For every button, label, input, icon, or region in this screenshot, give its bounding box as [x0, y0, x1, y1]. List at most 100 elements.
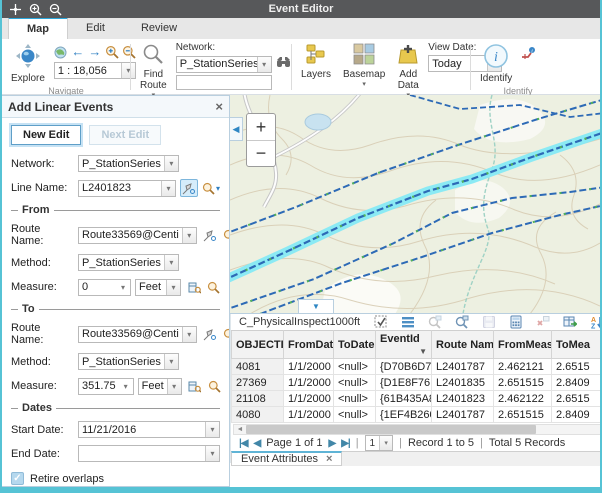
- map-view[interactable]: ◀ + − ▼ POWERED BY esri: [230, 95, 602, 314]
- identify-button[interactable]: i Identify: [477, 42, 515, 85]
- cell[interactable]: 21108: [232, 391, 284, 407]
- pan-to-selected-icon[interactable]: [454, 314, 470, 330]
- cell[interactable]: <null>: [334, 407, 376, 423]
- from-route-zoom-menu-button[interactable]: ▾: [223, 229, 229, 242]
- to-unit-dropdown-icon[interactable]: ▾: [167, 379, 181, 394]
- next-extent-icon[interactable]: →: [88, 45, 102, 59]
- page-select-combobox[interactable]: 1 ▾: [365, 435, 394, 451]
- to-measure-zoom-button[interactable]: [208, 380, 221, 393]
- to-measure-pick-button[interactable]: [186, 377, 204, 395]
- line-name-zoom-menu-button[interactable]: ▾: [202, 182, 220, 195]
- panel-network-dropdown-icon[interactable]: ▾: [164, 156, 178, 171]
- binoculars-icon[interactable]: [276, 55, 291, 73]
- from-route-name-combobox[interactable]: Route33569@Centi ▾: [78, 227, 197, 244]
- tab-event-attributes[interactable]: Event Attributes ×: [231, 451, 342, 466]
- to-route-name-combobox[interactable]: Route33569@Centi ▾: [78, 326, 197, 343]
- retire-overlaps-checkbox[interactable]: ✓: [11, 472, 24, 485]
- to-method-dropdown-icon[interactable]: ▾: [164, 354, 178, 369]
- cell[interactable]: {D70B6D72-3: [376, 359, 432, 375]
- to-select-route-on-map-button[interactable]: [201, 325, 219, 343]
- from-unit-combobox[interactable]: Feet ▾: [135, 279, 181, 296]
- scroll-left-icon[interactable]: ◄: [234, 426, 246, 433]
- col-routename[interactable]: Route Name: [432, 331, 494, 359]
- from-measure-pick-button[interactable]: [185, 278, 203, 296]
- cell[interactable]: 2.8409: [552, 375, 602, 391]
- export-records-icon[interactable]: [562, 314, 578, 330]
- first-page-button[interactable]: |◀: [239, 438, 248, 449]
- sort-records-icon[interactable]: AZ: [589, 314, 602, 330]
- from-measure-dropdown-icon[interactable]: ▾: [116, 280, 130, 295]
- col-eventid[interactable]: EventId▼: [376, 331, 432, 359]
- cell[interactable]: 2.462122: [494, 391, 552, 407]
- map-zoom-out-button[interactable]: −: [247, 140, 275, 166]
- panel-network-combobox[interactable]: P_StationSeries ▾: [78, 155, 179, 172]
- col-fromdate[interactable]: FromDate: [284, 331, 334, 359]
- save-icon[interactable]: [481, 314, 497, 330]
- find-route-button[interactable]: FindRoute ▾: [137, 42, 170, 100]
- select-records-icon[interactable]: [373, 314, 389, 330]
- cell[interactable]: L2401835: [432, 375, 494, 391]
- cell[interactable]: 2.651515: [494, 375, 552, 391]
- tab-map[interactable]: Map: [8, 17, 68, 39]
- map-canvas[interactable]: [230, 95, 600, 314]
- collapse-table-button[interactable]: ▼: [298, 299, 334, 313]
- add-data-button[interactable]: Add Data ▾: [394, 42, 422, 100]
- cell[interactable]: L2401787: [432, 407, 494, 423]
- zoom-in-tool-icon[interactable]: [105, 45, 119, 59]
- cell[interactable]: <null>: [334, 391, 376, 407]
- show-selected-records-icon[interactable]: [400, 314, 416, 330]
- cell[interactable]: 1/1/2000: [284, 375, 334, 391]
- scrollbar-thumb[interactable]: [246, 425, 536, 434]
- table-row[interactable]: 4081 1/1/2000 <null> {D70B6D72-3 L240178…: [232, 359, 602, 375]
- tab-review[interactable]: Review: [123, 17, 195, 39]
- cell[interactable]: 2.462121: [494, 359, 552, 375]
- from-unit-dropdown-icon[interactable]: ▾: [166, 280, 180, 295]
- identify-route-icon[interactable]: i: [521, 46, 536, 65]
- previous-extent-icon[interactable]: ←: [71, 45, 85, 59]
- to-unit-combobox[interactable]: Feet ▾: [138, 378, 182, 395]
- to-measure-dropdown-icon[interactable]: ▾: [119, 379, 133, 394]
- cell[interactable]: {61B435A8-32: [376, 391, 432, 407]
- cell[interactable]: 2.6515: [552, 391, 602, 407]
- cell[interactable]: L2401787: [432, 359, 494, 375]
- to-route-zoom-menu-button[interactable]: ▾: [223, 328, 229, 341]
- to-method-combobox[interactable]: P_StationSeries ▾: [78, 353, 179, 370]
- map-zoom-in-button[interactable]: +: [247, 114, 275, 140]
- start-date-combobox[interactable]: 11/21/2016 ▾: [78, 421, 220, 438]
- next-page-button[interactable]: ▶: [328, 438, 335, 449]
- from-method-dropdown-icon[interactable]: ▾: [164, 255, 178, 270]
- last-page-button[interactable]: ▶|: [341, 438, 350, 449]
- sort-desc-icon[interactable]: ▼: [419, 347, 427, 356]
- panel-close-icon[interactable]: ×: [215, 99, 223, 114]
- from-measure-combobox[interactable]: 0 ▾: [78, 279, 131, 296]
- close-tab-icon[interactable]: ×: [326, 453, 332, 465]
- basemap-button[interactable]: Basemap ▾: [340, 42, 388, 89]
- field-calculator-icon[interactable]: [508, 314, 524, 330]
- from-measure-zoom-button[interactable]: [207, 281, 220, 294]
- cell[interactable]: 4081: [232, 359, 284, 375]
- col-todate[interactable]: ToDate: [334, 331, 376, 359]
- basemap-dropdown-icon[interactable]: ▾: [362, 80, 366, 88]
- table-row[interactable]: 4080 1/1/2000 <null> {1EF4B260-F0 L24017…: [232, 407, 602, 423]
- next-edit-button[interactable]: Next Edit: [89, 125, 161, 145]
- from-route-dropdown-icon[interactable]: ▾: [182, 228, 196, 243]
- cell[interactable]: 27369: [232, 375, 284, 391]
- end-date-combobox[interactable]: ▾: [78, 445, 220, 462]
- network-combobox[interactable]: P_StationSeries ▾: [176, 56, 272, 73]
- table-row[interactable]: 27369 1/1/2000 <null> {D1E8F76D-F L24018…: [232, 375, 602, 391]
- select-line-on-map-button[interactable]: [180, 179, 198, 197]
- delete-selected-icon[interactable]: [535, 314, 551, 330]
- to-route-dropdown-icon[interactable]: ▾: [182, 327, 196, 342]
- page-select-dropdown-icon[interactable]: ▾: [379, 436, 392, 450]
- col-frommeasure[interactable]: FromMeasure: [494, 331, 552, 359]
- col-objectid[interactable]: OBJECTID: [232, 331, 284, 359]
- previous-page-button[interactable]: ◀: [254, 438, 261, 449]
- to-measure-combobox[interactable]: 351.75 ▾: [78, 378, 134, 395]
- col-tomeasure[interactable]: ToMea: [552, 331, 602, 359]
- line-name-combobox[interactable]: L2401823 ▾: [78, 180, 176, 197]
- cell[interactable]: <null>: [334, 375, 376, 391]
- route-search-input[interactable]: [176, 75, 272, 90]
- cell[interactable]: L2401823: [432, 391, 494, 407]
- layers-button[interactable]: Layers: [298, 42, 334, 81]
- cell[interactable]: <null>: [334, 359, 376, 375]
